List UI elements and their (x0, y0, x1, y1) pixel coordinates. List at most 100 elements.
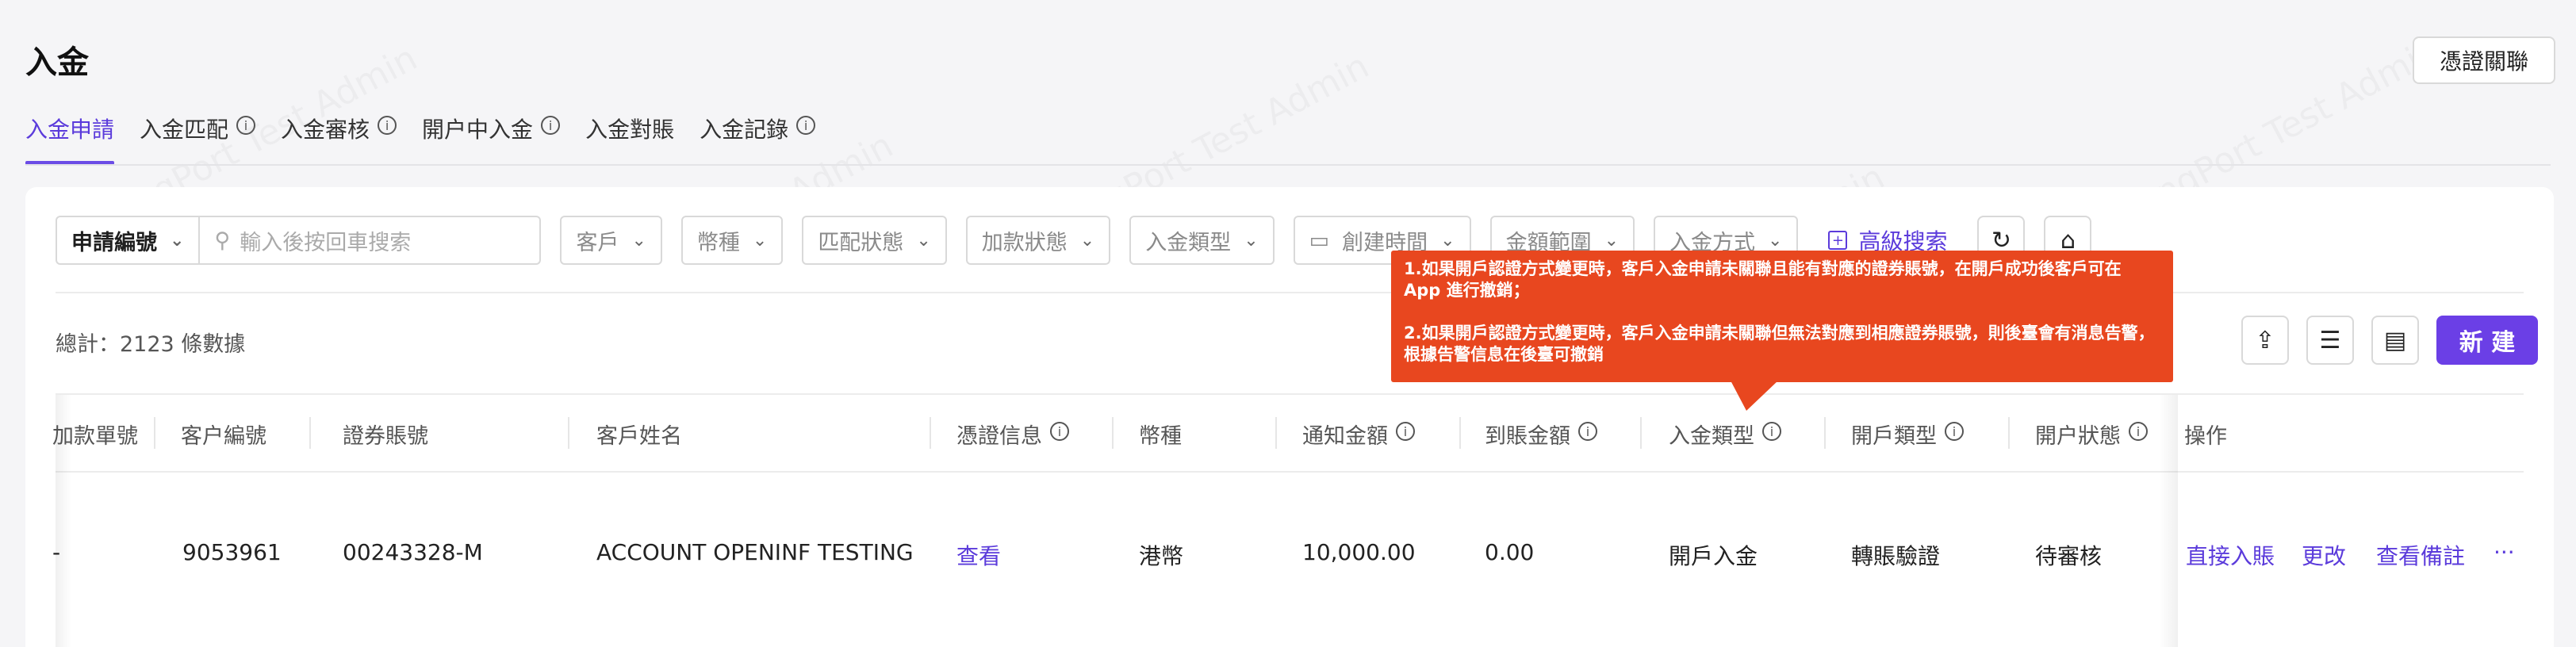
tab-deposit-reconciliation[interactable]: 入金對賬 (585, 111, 674, 165)
column-label: 入金類型 (1669, 424, 1754, 449)
tab-bar: 入金申請 入金匹配 i 入金審核 i 開户中入金 i 入金對賬 入金記錄 i (25, 111, 816, 165)
column-label: 開戶類型 (1851, 424, 1937, 449)
select-value: 匹配狀態 (818, 230, 904, 255)
column-header-account-opening-status: 開户狀態 i (2035, 419, 2148, 450)
info-icon[interactable]: i (796, 116, 816, 135)
select-value: 入金類型 (1145, 230, 1232, 255)
column-divider[interactable] (568, 417, 569, 449)
column-header-voucher-info: 憑證信息 i (956, 419, 1069, 450)
calendar-icon: ▭ (1309, 228, 1330, 253)
cell-notified-amount: 10,000.00 (1302, 539, 1416, 565)
info-icon[interactable]: i (1945, 422, 1964, 441)
tab-deposit-records[interactable]: 入金記錄 i (700, 111, 816, 165)
customer-select[interactable]: 客戶 ⌄ (560, 216, 662, 265)
tab-label: 入金記錄 (700, 117, 789, 143)
column-header-account-opening-type: 開戶類型 i (1851, 419, 1964, 450)
tab-label: 入金匹配 (140, 117, 229, 143)
view-remarks-link[interactable]: 查看備註 (2376, 539, 2465, 571)
search-placeholder: 輸入後按回車搜索 (240, 230, 412, 255)
chevron-down-icon: ⌄ (170, 230, 185, 251)
new-button[interactable]: 新 建 (2436, 316, 2538, 365)
chevron-down-icon: ⌄ (916, 230, 931, 251)
column-label: 憑證信息 (956, 424, 1042, 449)
cell-account-opening-type: 轉賬驗證 (1851, 543, 1941, 569)
column-label: 開户狀態 (2035, 424, 2121, 449)
column-divider[interactable] (2008, 417, 2010, 449)
info-icon[interactable]: i (1578, 422, 1597, 441)
cell-securities-account: 00243328-M (343, 539, 483, 565)
chevron-down-icon: ⌄ (631, 230, 646, 251)
chevron-down-icon: ⌄ (1768, 230, 1783, 251)
column-label: 客戶姓名 (596, 424, 682, 449)
column-header-securities-account: 證券賬號 (343, 419, 428, 450)
column-header-deposit-type: 入金類型 i (1669, 419, 1781, 450)
scroll-shadow (56, 395, 71, 647)
search-type-select[interactable]: 申請編號 ⌄ (56, 216, 201, 265)
select-value: 加款狀態 (981, 230, 1068, 255)
table-toolbar: ⇪ ☰ ▤ 新 建 (2241, 316, 2538, 365)
search-icon: ⚲ (214, 228, 231, 253)
export-button[interactable]: ⇪ (2241, 316, 2289, 365)
tab-label: 入金對賬 (585, 117, 675, 143)
tooltip-text: 1.如果開戶認證方式變更時，客戶入金申請未關聯且能有對應的證券賬號，在開戶成功後… (1404, 259, 2122, 300)
search-input[interactable]: ⚲ 輸入後按回車搜索 (200, 216, 542, 265)
chevron-down-icon: ⌄ (752, 230, 768, 251)
select-value: 申請編號 (71, 230, 157, 255)
column-label: 到賬金額 (1485, 424, 1570, 449)
divider (56, 471, 2524, 473)
tab-opening-deposit[interactable]: 開户中入金 i (422, 111, 561, 165)
content-card: 申請編號 ⌄ ⚲ 輸入後按回車搜索 客戶 ⌄ 幣種 ⌄ 匹配狀態 ⌄ 加款狀態 ⌄ 入金… (25, 187, 2554, 647)
column-label: 客户編號 (181, 424, 266, 449)
scroll-shadow (2159, 395, 2178, 647)
column-header-received-amount: 到賬金額 i (1485, 419, 1597, 450)
search-group: 申請編號 ⌄ ⚲ 輸入後按回車搜索 (56, 216, 542, 265)
column-divider[interactable] (1640, 417, 1642, 449)
info-icon[interactable]: i (1050, 422, 1069, 441)
deposit-status-select[interactable]: 加款狀態 ⌄ (965, 216, 1111, 265)
voucher-link-button[interactable]: 憑證關聯 (2413, 36, 2555, 84)
tab-label: 開户中入金 (422, 117, 534, 143)
info-icon[interactable]: i (1762, 422, 1781, 441)
currency-select[interactable]: 幣種 ⌄ (680, 216, 784, 265)
column-header-actions: 操作 (2184, 419, 2227, 450)
column-divider[interactable] (930, 417, 931, 449)
info-icon[interactable]: i (2129, 422, 2148, 441)
deposit-type-tooltip: 1.如果開戶認證方式變更時，客戶入金申請未關聯且能有對應的證券賬號，在開戶成功後… (1391, 251, 2173, 411)
column-label: 通知金額 (1302, 424, 1388, 449)
view-voucher-link[interactable]: 查看 (956, 539, 1001, 571)
density-button[interactable]: ▤ (2371, 316, 2419, 365)
direct-deposit-link[interactable]: 直接入賬 (2186, 539, 2275, 571)
select-value: 客戶 (576, 230, 619, 255)
column-header-notified-amount: 通知金額 i (1302, 419, 1415, 450)
edit-link[interactable]: 更改 (2302, 539, 2346, 571)
column-label: 操作 (2184, 424, 2227, 449)
total-count: 總計：2123 條數據 (56, 332, 246, 357)
column-divider[interactable] (1275, 417, 1277, 449)
info-icon[interactable]: i (541, 116, 561, 135)
deposit-type-select[interactable]: 入金類型 ⌄ (1129, 216, 1275, 265)
tooltip-text: 2.如果開戶認證方式變更時，客戶入金申請未關聯但無法對應到相應證券賬號，則後臺會… (1404, 324, 2155, 364)
info-icon[interactable]: i (1396, 422, 1415, 441)
column-divider[interactable] (309, 417, 311, 449)
select-value: 幣種 (696, 230, 740, 255)
cell-customer-name: ACCOUNT OPENINF TESTING (596, 539, 914, 565)
column-settings-button[interactable]: ☰ (2306, 316, 2354, 365)
column-divider[interactable] (1459, 417, 1461, 449)
tab-deposit-application[interactable]: 入金申請 (25, 111, 115, 165)
tab-deposit-review[interactable]: 入金審核 i (281, 111, 397, 165)
more-actions-icon[interactable]: ··· (2494, 539, 2515, 565)
layout-icon: ▤ (2383, 326, 2407, 354)
match-status-select[interactable]: 匹配狀態 ⌄ (802, 216, 947, 265)
chevron-down-icon: ⌄ (1604, 230, 1620, 251)
tab-deposit-matching[interactable]: 入金匹配 i (140, 111, 256, 165)
cell-customer-no: 9053961 (182, 539, 282, 565)
column-header-customer-no: 客户編號 (181, 419, 266, 450)
column-divider[interactable] (154, 417, 155, 449)
column-divider[interactable] (1112, 417, 1114, 449)
column-divider[interactable] (1824, 417, 1826, 449)
divider (25, 164, 2551, 166)
cell-received-amount: 0.00 (1485, 539, 1535, 565)
info-icon[interactable]: i (378, 116, 397, 135)
info-icon[interactable]: i (236, 116, 256, 135)
cell-deposit-type: 開戶入金 (1669, 543, 1758, 569)
